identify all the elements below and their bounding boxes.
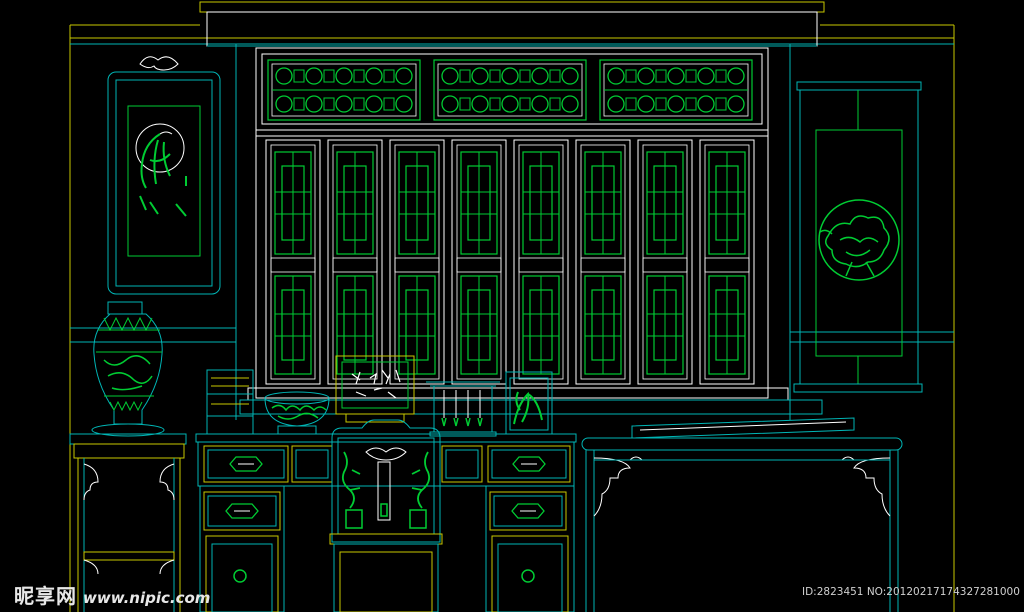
image-id-label: ID:2823451 NO:20120217174327281000 [802,586,1020,598]
watermark-site-name: 昵享网 [14,584,77,608]
watermark-url: www.nipic.com [83,589,211,607]
watermark: 昵享网 www.nipic.com [14,580,210,609]
cad-elevation-drawing [0,0,1024,612]
